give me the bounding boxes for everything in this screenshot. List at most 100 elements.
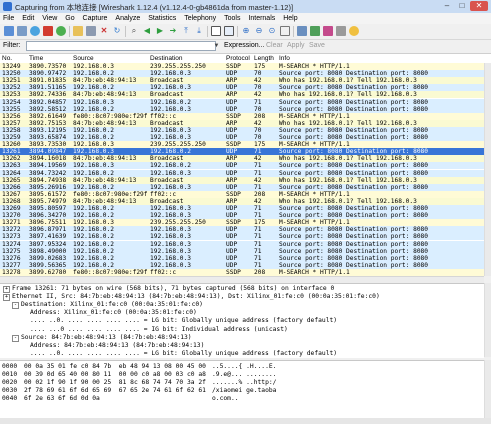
packet-list[interactable]: 13249 3890.73570 192.168.0.3 239.255.255.25…: [0, 63, 491, 276]
packet-row[interactable]: 13263 3894.19569 192.168.0.3 192.168.0.2 UDP…: [0, 162, 491, 170]
packet-row[interactable]: 13257 3892.75153 84:7b:eb:48:94:13 Broadcas…: [0, 119, 491, 127]
packet-row[interactable]: 13273 3897.41639 192.168.0.2 192.168.0.3 UDP…: [0, 233, 491, 241]
capture-filters-icon[interactable]: [297, 26, 307, 36]
interface-list-icon[interactable]: [4, 26, 14, 36]
filter-input[interactable]: [26, 41, 216, 51]
wireshark-logo-icon: [3, 2, 12, 11]
collapse-icon[interactable]: -: [12, 334, 19, 342]
column-header-source[interactable]: Source: [73, 54, 94, 63]
expand-icon[interactable]: +: [3, 294, 10, 302]
collapse-icon[interactable]: -: [12, 302, 19, 310]
help-icon[interactable]: [349, 26, 359, 36]
go-forward-icon[interactable]: ▶: [155, 26, 165, 36]
clear-button[interactable]: Clear: [266, 42, 283, 49]
packet-row[interactable]: 13253 3892.74336 84:7b:eb:48:94:13 Broadcas…: [0, 91, 491, 99]
packet-row[interactable]: 13259 3893.65874 192.168.0.2 192.168.0.3 UDP…: [0, 134, 491, 142]
zoom-out-icon[interactable]: ⊖: [254, 26, 264, 36]
packet-cell-info: Who has 192.168.0.1? Tell 192.168.0.3: [279, 176, 417, 184]
start-capture-icon[interactable]: [30, 26, 40, 36]
packet-row[interactable]: 13254 3892.04857 192.168.0.3 192.168.0.2 UDP…: [0, 98, 491, 106]
normal-size-icon[interactable]: ⊙: [267, 26, 277, 36]
packet-list-scrollbar[interactable]: [484, 63, 491, 276]
packet-row[interactable]: 13264 3894.73242 192.168.0.2 192.168.0.3 UDP…: [0, 169, 491, 177]
packet-cell-time: 3899.02683: [29, 254, 67, 262]
menu-tools[interactable]: Tools: [221, 13, 243, 24]
packet-row[interactable]: 13270 3896.34270 192.168.0.2 192.168.0.3 UDP…: [0, 212, 491, 220]
column-header-protocol[interactable]: Protocol: [226, 54, 250, 63]
packet-row[interactable]: 13249 3890.73570 192.168.0.3 239.255.255.25…: [0, 63, 491, 71]
menu-internals[interactable]: Internals: [245, 13, 278, 24]
column-header-length[interactable]: Length: [254, 54, 274, 63]
packet-row[interactable]: 13256 3892.61649 fe80::8c07:980e:f29f ff02:…: [0, 112, 491, 120]
chevron-down-icon[interactable]: ▼: [213, 41, 220, 51]
open-file-icon[interactable]: [73, 26, 83, 36]
packet-row[interactable]: 13255 3892.58512 192.168.0.2 192.168.0.3 UDP…: [0, 105, 491, 113]
menu-go[interactable]: Go: [62, 13, 77, 24]
close-button[interactable]: ✕: [470, 1, 488, 11]
packet-row[interactable]: 13258 3893.12195 192.168.0.2 192.168.0.3 UDP…: [0, 126, 491, 134]
packet-row[interactable]: 13271 3896.75511 192.168.0.3 239.255.255.25…: [0, 219, 491, 227]
menu-help[interactable]: Help: [280, 13, 300, 24]
packet-row[interactable]: 13269 3895.80597 192.168.0.2 192.168.0.3 UDP…: [0, 205, 491, 213]
menu-view[interactable]: View: [39, 13, 60, 24]
restart-capture-icon[interactable]: [56, 26, 66, 36]
column-header-no[interactable]: No.: [2, 54, 12, 63]
expression-button[interactable]: Expression...: [224, 42, 264, 49]
packet-cell-proto: UDP: [226, 169, 238, 177]
reload-icon[interactable]: ↻: [112, 26, 122, 36]
packet-row[interactable]: 13277 3899.56365 192.168.0.2 192.168.0.3 UDP…: [0, 261, 491, 269]
packet-row[interactable]: 13275 3898.49000 192.168.0.2 192.168.0.3 UDP…: [0, 247, 491, 255]
resize-columns-icon[interactable]: [280, 26, 290, 36]
find-icon[interactable]: ⌕: [129, 26, 139, 36]
details-scrollbar[interactable]: [484, 283, 491, 357]
packet-row[interactable]: 13276 3899.02683 192.168.0.2 192.168.0.3 UDP…: [0, 254, 491, 262]
column-header-info[interactable]: Info: [279, 54, 290, 63]
go-back-icon[interactable]: ◀: [142, 26, 152, 36]
packet-cell-proto: UDP: [226, 148, 238, 156]
stop-capture-icon[interactable]: [43, 26, 53, 36]
colorize-icon[interactable]: [211, 26, 221, 36]
detail-tree-row[interactable]: .... ..0. .... .... .... .... = LG bit: …: [0, 350, 484, 358]
expand-icon[interactable]: +: [3, 286, 10, 293]
go-first-icon[interactable]: ⤒: [181, 26, 191, 36]
auto-scroll-icon[interactable]: [224, 26, 234, 36]
column-header-time[interactable]: Time: [29, 54, 43, 63]
column-header-destination[interactable]: Destination: [150, 54, 183, 63]
preferences-icon[interactable]: [336, 26, 346, 36]
menu-edit[interactable]: Edit: [19, 13, 37, 24]
save-button[interactable]: Save: [309, 42, 325, 49]
menu-capture[interactable]: Capture: [80, 13, 111, 24]
menu-statistics[interactable]: Statistics: [145, 13, 179, 24]
go-last-icon[interactable]: ⤓: [194, 26, 204, 36]
menu-analyze[interactable]: Analyze: [112, 13, 143, 24]
packet-row[interactable]: 13261 3894.09847 192.168.0.3 192.168.0.2 UDP…: [0, 148, 491, 156]
close-file-icon[interactable]: ✕: [99, 26, 109, 36]
minimize-button[interactable]: –: [440, 1, 454, 11]
zoom-in-icon[interactable]: ⊕: [241, 26, 251, 36]
packet-row[interactable]: 13274 3897.95324 192.168.0.2 192.168.0.3 UDP…: [0, 240, 491, 248]
packet-row[interactable]: 13251 3891.01835 84:7b:eb:48:94:13 Broadcas…: [0, 77, 491, 85]
packet-row[interactable]: 13266 3895.26916 192.168.0.2 192.168.0.3 UDP…: [0, 183, 491, 191]
packet-row[interactable]: 13278 3899.62780 fe80::8c07:980e:f29f ff02:…: [0, 268, 491, 276]
packet-list-hscrollbar[interactable]: [0, 276, 484, 283]
maximize-button[interactable]: □: [455, 1, 469, 11]
coloring-rules-icon[interactable]: [323, 26, 333, 36]
packet-row[interactable]: 13268 3895.74979 84:7b:eb:48:94:13 Broadcas…: [0, 197, 491, 205]
packet-row[interactable]: 13252 3891.51165 192.168.0.2 192.168.0.3 UDP…: [0, 84, 491, 92]
bytes-scrollbar[interactable]: [484, 360, 491, 418]
packet-row[interactable]: 13250 3890.97472 192.168.0.2 192.168.0.3 UDP…: [0, 70, 491, 78]
display-filters-icon[interactable]: [310, 26, 320, 36]
menu-telephony[interactable]: Telephony: [181, 13, 219, 24]
capture-options-icon[interactable]: [17, 26, 27, 36]
packet-row[interactable]: 13265 3894.74938 84:7b:eb:48:94:13 Broadcas…: [0, 176, 491, 184]
menu-file[interactable]: File: [0, 13, 17, 24]
packet-row[interactable]: 13272 3896.87971 192.168.0.2 192.168.0.3 UDP…: [0, 226, 491, 234]
packet-row[interactable]: 13267 3895.61572 fe80::8c07:980e:f29f ff02:…: [0, 190, 491, 198]
save-file-icon[interactable]: [86, 26, 96, 36]
apply-button[interactable]: Apply: [287, 42, 305, 49]
packet-bytes-pane[interactable]: 0000 00 0a 35 01 fe c0 84 7b eb 48 94 13 …: [0, 360, 484, 419]
packet-row[interactable]: 13260 3893.73530 192.168.0.3 239.255.255.25…: [0, 141, 491, 149]
go-to-packet-icon[interactable]: ➔: [168, 26, 178, 36]
packet-details-pane[interactable]: + Frame 13261: 71 bytes on wire (568 bits…: [0, 283, 484, 358]
packet-row[interactable]: 13262 3894.16018 84:7b:eb:48:94:13 Broadcas…: [0, 155, 491, 163]
